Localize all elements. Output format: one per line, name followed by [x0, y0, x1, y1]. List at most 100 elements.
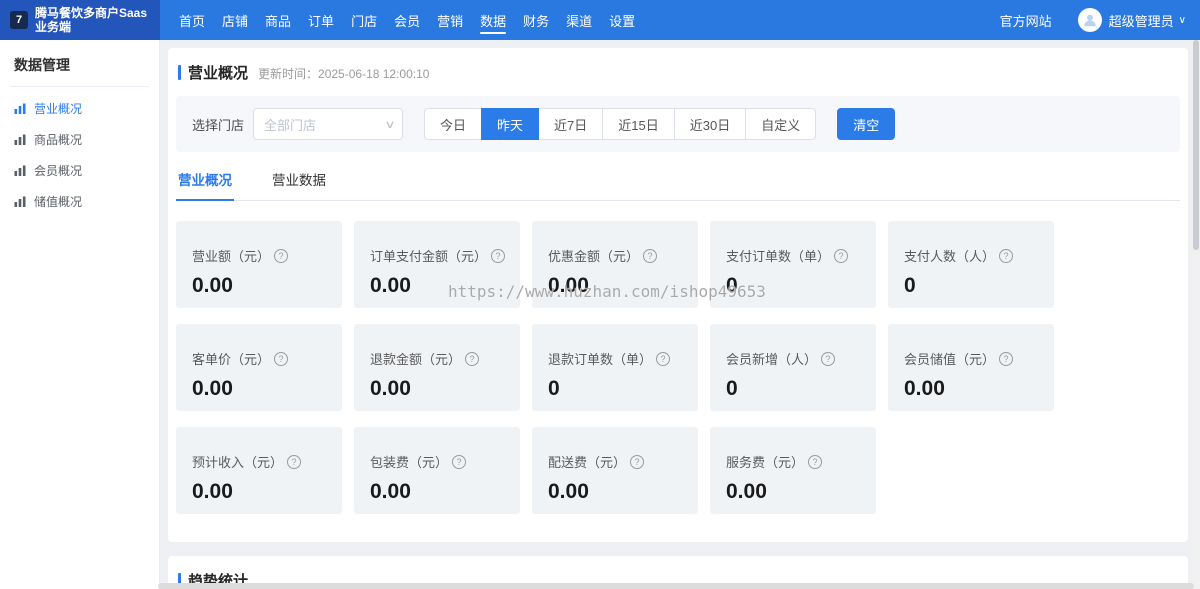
- horizontal-scrollbar[interactable]: [158, 583, 1194, 589]
- sidebar-item-label: 商品概况: [34, 131, 82, 148]
- stat-value: 0.00: [192, 480, 332, 504]
- stat-label: 支付人数（人）: [904, 246, 995, 265]
- nav-item[interactable]: 渠道: [565, 0, 593, 40]
- stat-value: 0: [726, 377, 866, 401]
- stat-value: 0: [548, 377, 688, 401]
- stat-value: 0.00: [192, 377, 332, 401]
- clear-button[interactable]: 清空: [837, 108, 895, 140]
- stat-card-label-row: 退款订单数（单） ?: [548, 349, 688, 368]
- stat-label: 服务费（元）: [726, 452, 804, 471]
- nav-item-label: 店铺: [222, 11, 248, 30]
- main-nav: 首页 店铺 商品 订单 门店 会员 营销: [178, 0, 636, 40]
- date-range-button-group: 今日 昨天 近7日 近15日 近30日 自定义: [424, 108, 816, 140]
- stat-card: 配送费（元） ? 0.00: [532, 427, 698, 514]
- stat-value: 0.00: [370, 274, 510, 298]
- brand: 7 腾马餐饮多商户Saas业务端: [0, 0, 160, 40]
- date-range-button[interactable]: 自定义: [745, 108, 816, 140]
- stat-card-label-row: 预计收入（元） ?: [192, 452, 332, 471]
- help-icon[interactable]: ?: [491, 249, 505, 263]
- bar-chart-icon: [14, 102, 27, 115]
- help-icon[interactable]: ?: [274, 249, 288, 263]
- help-icon[interactable]: ?: [452, 455, 466, 469]
- date-range-button[interactable]: 近15日: [602, 108, 674, 140]
- overview-panel: 营业概况 更新时间：2025-06-18 12:00:10 选择门店 全部门店 …: [168, 48, 1188, 542]
- stat-value: 0.00: [370, 480, 510, 504]
- stat-card-label-row: 客单价（元） ?: [192, 349, 332, 368]
- help-icon[interactable]: ?: [287, 455, 301, 469]
- tab[interactable]: 营业数据: [270, 167, 328, 200]
- nav-item-label: 首页: [179, 11, 205, 30]
- stat-card: 会员储值（元） ? 0.00: [888, 324, 1054, 411]
- sidebar-item-label: 会员概况: [34, 162, 82, 179]
- main-content: 营业概况 更新时间：2025-06-18 12:00:10 选择门店 全部门店 …: [160, 40, 1200, 589]
- stat-label: 会员储值（元）: [904, 349, 995, 368]
- help-icon[interactable]: ?: [834, 249, 848, 263]
- filter-bar: 选择门店 全部门店 ∨ 今日 昨天 近7日 近15日 近30日 自定义: [176, 96, 1180, 152]
- sidebar-item[interactable]: 储值概况: [0, 186, 159, 217]
- help-icon[interactable]: ?: [274, 352, 288, 366]
- stat-value: 0: [904, 274, 1044, 298]
- nav-item[interactable]: 财务: [522, 0, 550, 40]
- nav-item[interactable]: 数据: [479, 0, 507, 40]
- nav-item[interactable]: 设置: [608, 0, 636, 40]
- nav-item[interactable]: 营销: [436, 0, 464, 40]
- stat-value: 0.00: [192, 274, 332, 298]
- stat-card-label-row: 会员新增（人） ?: [726, 349, 866, 368]
- stat-label: 包装费（元）: [370, 452, 448, 471]
- stat-card: 预计收入（元） ? 0.00: [176, 427, 342, 514]
- chevron-down-icon[interactable]: ∨: [1179, 15, 1186, 26]
- stat-value: 0.00: [904, 377, 1044, 401]
- help-icon[interactable]: ?: [465, 352, 479, 366]
- stat-value: 0: [726, 274, 866, 298]
- date-range-button[interactable]: 今日: [424, 108, 482, 140]
- stat-card: 支付订单数（单） ? 0: [710, 221, 876, 308]
- tab-label: 营业数据: [272, 173, 326, 188]
- help-icon[interactable]: ?: [630, 455, 644, 469]
- nav-item[interactable]: 店铺: [221, 0, 249, 40]
- nav-item[interactable]: 商品: [264, 0, 292, 40]
- stat-card-label-row: 优惠金额（元） ?: [548, 246, 688, 265]
- top-nav-bar: 7 腾马餐饮多商户Saas业务端 首页 店铺 商品 订单 门店 会员: [0, 0, 1200, 40]
- date-range-button[interactable]: 近30日: [674, 108, 746, 140]
- user-name[interactable]: 超级管理员: [1109, 11, 1174, 30]
- vertical-scrollbar-thumb[interactable]: [1193, 40, 1199, 250]
- sidebar-item-label: 营业概况: [34, 100, 82, 117]
- nav-item-label: 渠道: [566, 11, 592, 30]
- nav-item[interactable]: 首页: [178, 0, 206, 40]
- help-icon[interactable]: ?: [656, 352, 670, 366]
- stat-label: 退款金额（元）: [370, 349, 461, 368]
- official-site-link[interactable]: 官方网站: [1000, 11, 1052, 30]
- nav-item-label: 数据: [480, 11, 506, 30]
- sidebar-divider: [10, 86, 149, 87]
- date-range-button[interactable]: 近7日: [538, 108, 603, 140]
- store-select[interactable]: 全部门店 ∨: [253, 108, 403, 140]
- nav-item[interactable]: 门店: [350, 0, 378, 40]
- sidebar-item[interactable]: 会员概况: [0, 155, 159, 186]
- stat-value: 0.00: [548, 274, 688, 298]
- nav-item-label: 订单: [308, 11, 334, 30]
- stat-card-label-row: 服务费（元） ?: [726, 452, 866, 471]
- help-icon[interactable]: ?: [999, 352, 1013, 366]
- help-icon[interactable]: ?: [643, 249, 657, 263]
- date-range-button[interactable]: 昨天: [481, 108, 539, 140]
- page-title: 营业概况: [188, 62, 248, 83]
- stat-label: 会员新增（人）: [726, 349, 817, 368]
- help-icon[interactable]: ?: [821, 352, 835, 366]
- user-icon: [1082, 12, 1098, 28]
- help-icon[interactable]: ?: [999, 249, 1013, 263]
- stat-value: 0.00: [726, 480, 866, 504]
- nav-item[interactable]: 订单: [307, 0, 335, 40]
- nav-item[interactable]: 会员: [393, 0, 421, 40]
- updated-time-value: 2025-06-18 12:00:10: [318, 67, 429, 81]
- tab[interactable]: 营业概况: [176, 167, 234, 200]
- stat-card: 退款金额（元） ? 0.00: [354, 324, 520, 411]
- chevron-down-icon: ∨: [384, 118, 395, 131]
- help-icon[interactable]: ?: [808, 455, 822, 469]
- nav-item-label: 门店: [351, 11, 377, 30]
- vertical-scrollbar[interactable]: [1192, 40, 1200, 589]
- user-avatar[interactable]: [1078, 8, 1102, 32]
- sidebar-item[interactable]: 商品概况: [0, 124, 159, 155]
- tab-label: 营业概况: [178, 173, 232, 188]
- bar-chart-icon: [14, 164, 27, 177]
- sidebar-item[interactable]: 营业概况: [0, 93, 159, 124]
